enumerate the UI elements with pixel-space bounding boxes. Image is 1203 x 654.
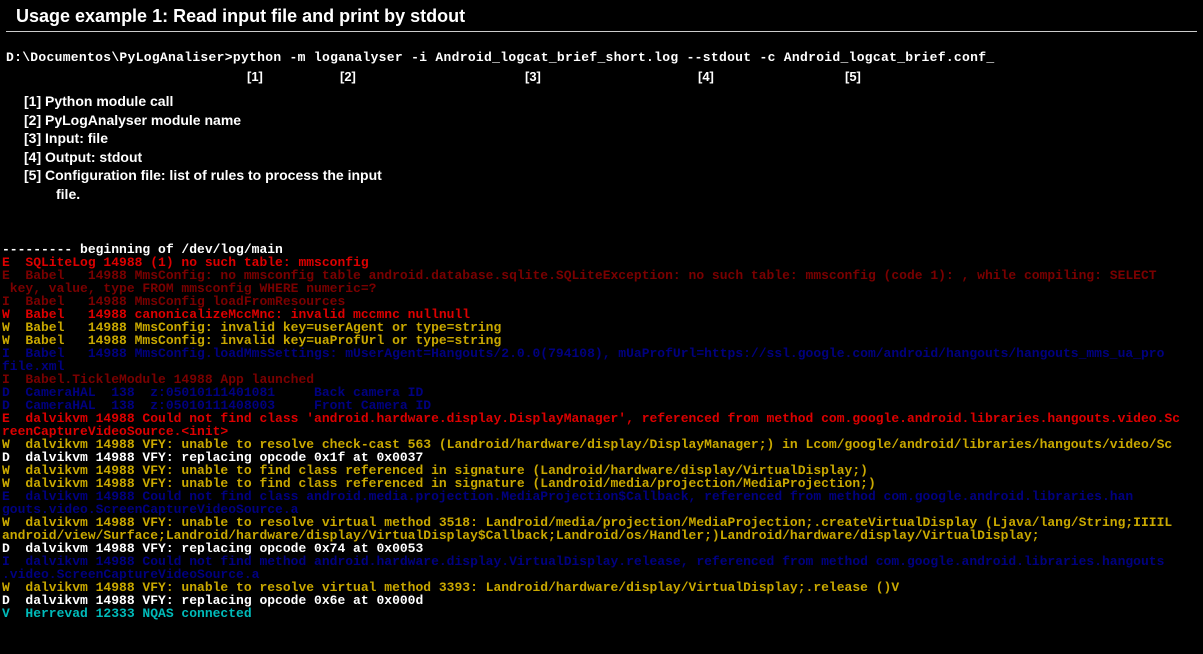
cmd-part-3: -i Android_logcat_brief_short.log [411,50,678,65]
legend-item-2: [2] PyLogAnalyser module name [24,112,1203,130]
log-line: I Babel 14988 MmsConfig.loadMmsSettings:… [2,347,1203,360]
marker-5: [5] [845,69,861,84]
legend-item-3: [3] Input: file [24,130,1203,148]
log-output: --------- beginning of /dev/log/mainE SQ… [0,243,1203,620]
cmd-part-1: python -m [233,50,306,65]
marker-3: [3] [525,69,541,84]
command-line: D:\Documentos\PyLogAnaliser>python -m lo… [0,50,1203,65]
cmd-part-5: -c Android_logcat_brief.conf_ [759,50,994,65]
marker-4: [4] [698,69,714,84]
legend-item-5: [5] Configuration file: list of rules to… [24,167,1203,185]
cmd-part-2: loganalyser [314,50,403,65]
legend-item-5b: file. [24,186,1203,204]
command-markers: [1] [2] [3] [4] [5] [0,65,1203,87]
legend: [1] Python module call [2] PyLogAnalyser… [0,93,1203,203]
legend-item-1: [1] Python module call [24,93,1203,111]
cmd-part-4: --stdout [687,50,752,65]
prompt: D:\Documentos\PyLogAnaliser> [6,50,233,65]
marker-1: [1] [247,69,263,84]
page-title: Usage example 1: Read input file and pri… [6,0,1197,32]
legend-item-4: [4] Output: stdout [24,149,1203,167]
log-line: V Herrevad 12333 NQAS connected [2,607,1203,620]
marker-2: [2] [340,69,356,84]
